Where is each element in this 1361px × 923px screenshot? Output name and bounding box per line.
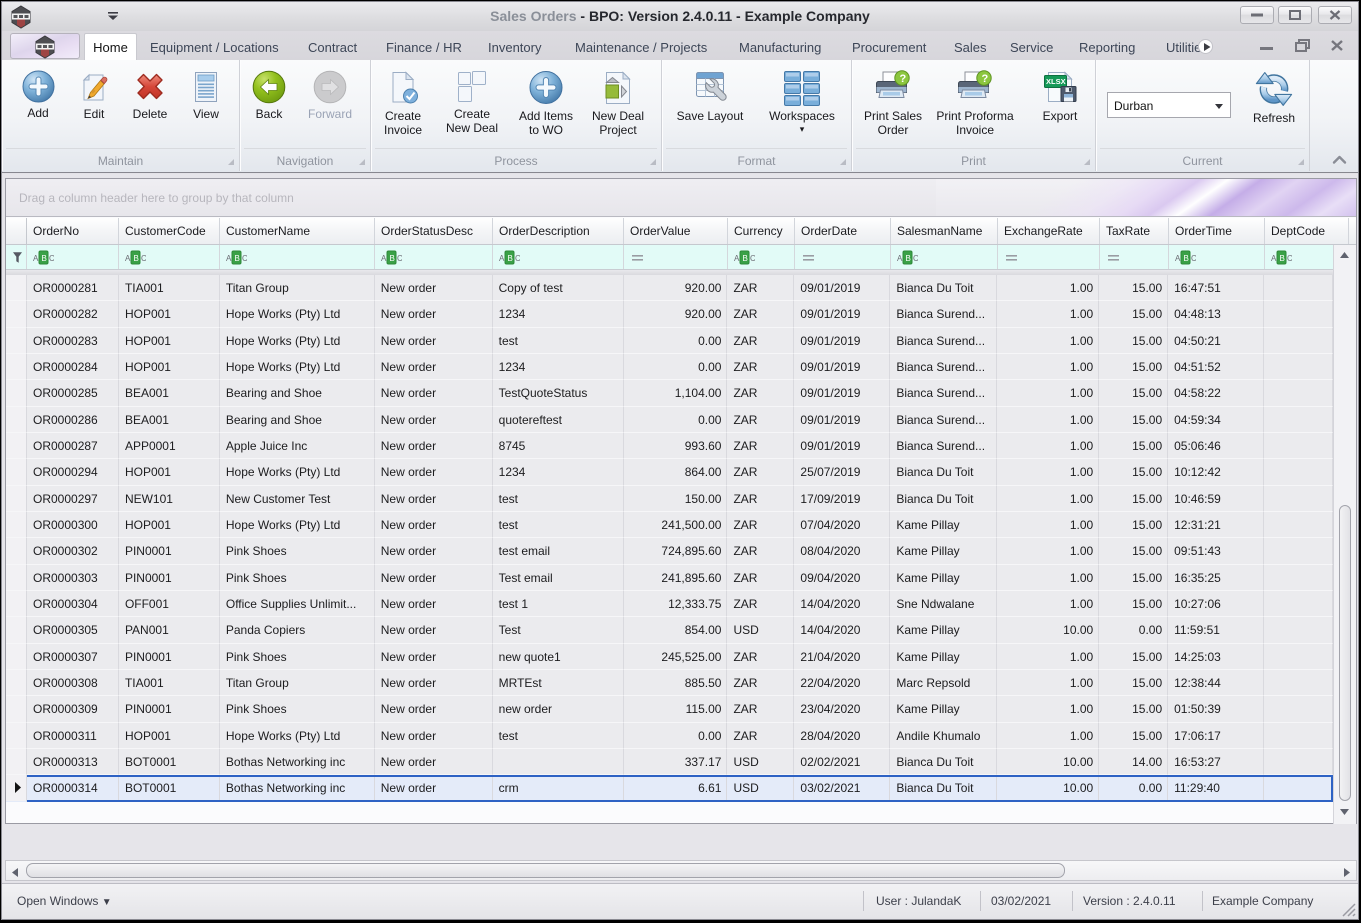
svg-text:A: A <box>381 254 387 263</box>
svg-text:XLSX: XLSX <box>1046 77 1066 86</box>
svg-text:A: A <box>897 254 903 263</box>
svg-text:C: C <box>750 254 755 263</box>
svg-text:B: B <box>390 254 395 263</box>
svg-text:A: A <box>226 254 232 263</box>
svg-text:B: B <box>508 254 513 263</box>
svg-text:B: B <box>1280 254 1285 263</box>
svg-text:B: B <box>906 254 911 263</box>
svg-text:B: B <box>134 254 139 263</box>
svg-text:C: C <box>515 254 520 263</box>
svg-text:B: B <box>1184 254 1189 263</box>
svg-text:B: B <box>235 254 240 263</box>
svg-text:C: C <box>242 254 247 263</box>
svg-text:C: C <box>1287 254 1292 263</box>
svg-text:A: A <box>1175 254 1181 263</box>
svg-text:A: A <box>1271 254 1277 263</box>
svg-text:?: ? <box>982 73 989 85</box>
svg-text:C: C <box>141 254 146 263</box>
svg-text:A: A <box>499 254 505 263</box>
svg-text:A: A <box>734 254 740 263</box>
svg-text:C: C <box>49 254 54 263</box>
svg-text:B: B <box>42 254 47 263</box>
svg-text:C: C <box>1191 254 1196 263</box>
svg-text:A: A <box>125 254 131 263</box>
svg-text:C: C <box>397 254 402 263</box>
svg-text:A: A <box>33 254 39 263</box>
svg-text:?: ? <box>900 73 907 85</box>
svg-text:C: C <box>913 254 918 263</box>
svg-text:B: B <box>743 254 748 263</box>
